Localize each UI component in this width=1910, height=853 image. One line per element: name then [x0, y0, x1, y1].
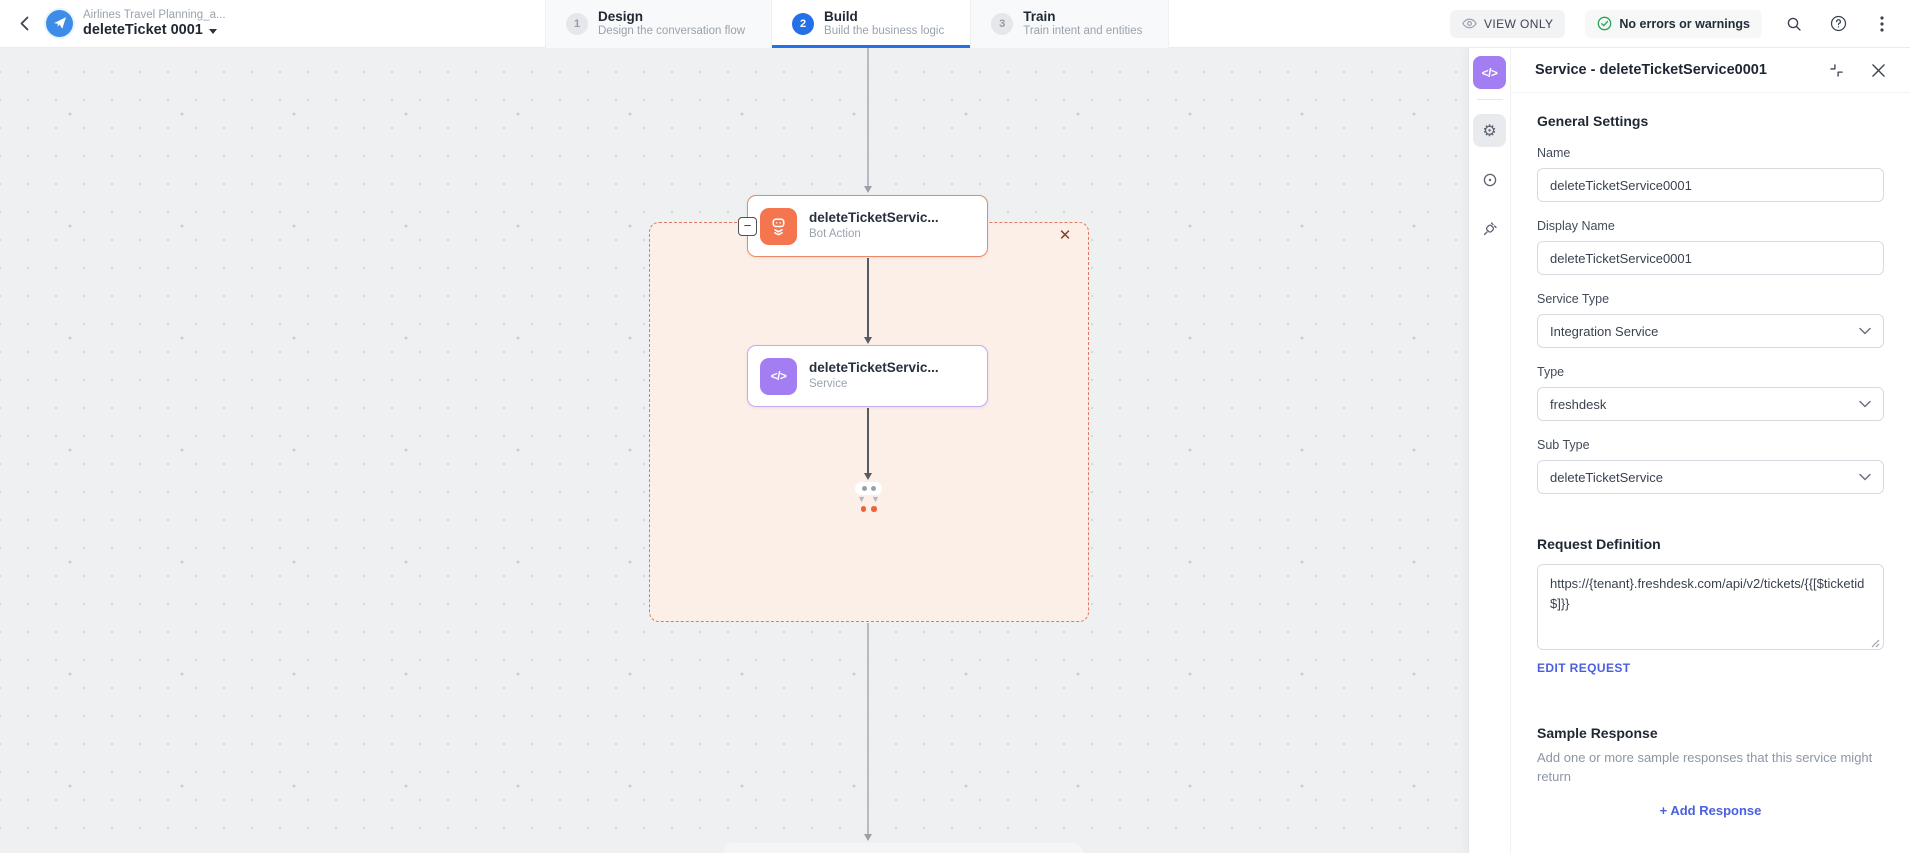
- workflow-tabs: 1 Design Design the conversation flow 2 …: [545, 0, 1169, 48]
- flow-connector-line: [867, 623, 869, 835]
- service-properties-panel: </> ⚙ Service - deleteTicketService0001: [1468, 48, 1910, 853]
- service-code-icon: </>: [760, 358, 797, 395]
- general-settings-heading: General Settings: [1537, 113, 1884, 129]
- kebab-menu-icon: [1880, 16, 1884, 32]
- sub-type-label: Sub Type: [1537, 438, 1884, 452]
- search-button[interactable]: [1782, 12, 1806, 36]
- settings-tab-button[interactable]: ⚙: [1473, 114, 1506, 147]
- flow-arrowhead: [864, 834, 872, 841]
- eye-icon: [1462, 18, 1477, 29]
- plug-icon: [1482, 221, 1498, 237]
- chevron-down-icon: [1859, 473, 1871, 481]
- connections-tab-button[interactable]: [1473, 212, 1506, 245]
- help-icon: [1830, 15, 1847, 32]
- type-value: freshdesk: [1550, 397, 1606, 412]
- flow-connector-line: [867, 258, 869, 338]
- tab-title: Build: [824, 9, 944, 25]
- search-icon: [1786, 16, 1802, 32]
- next-node-partial[interactable]: [723, 843, 1083, 853]
- flow-arrowhead: [864, 186, 872, 193]
- rail-divider: [1477, 99, 1503, 100]
- flow-connector-line: [867, 408, 869, 474]
- tab-subtitle: Train intent and entities: [1023, 25, 1142, 39]
- status-label: No errors or warnings: [1619, 17, 1750, 31]
- request-definition-textarea[interactable]: https://{tenant}.freshdesk.com/api/v2/ti…: [1537, 564, 1884, 650]
- tab-title: Design: [598, 9, 745, 25]
- name-label: Name: [1537, 146, 1884, 160]
- node-subtitle: Bot Action: [809, 227, 939, 241]
- connection-arrows-icon: ▼▼: [855, 494, 882, 504]
- chevron-down-icon: [209, 29, 217, 34]
- node-service[interactable]: </> deleteTicketServic... Service: [747, 345, 988, 407]
- tab-subtitle: Design the conversation flow: [598, 25, 745, 39]
- tab-number: 3: [991, 13, 1013, 35]
- close-icon: [1872, 64, 1885, 77]
- request-definition-heading: Request Definition: [1537, 536, 1884, 552]
- app-logo-icon: [46, 10, 73, 37]
- service-panel-icon: </>: [1473, 56, 1506, 89]
- flow-arrowhead: [864, 337, 872, 344]
- tab-train[interactable]: 3 Train Train intent and entities: [970, 0, 1169, 48]
- add-response-link[interactable]: + Add Response: [1537, 803, 1884, 818]
- collapse-panel-button[interactable]: [1824, 58, 1848, 82]
- resize-handle[interactable]: [1870, 638, 1880, 648]
- type-select[interactable]: freshdesk: [1537, 387, 1884, 421]
- bot-action-icon: [760, 208, 797, 245]
- view-only-label: VIEW ONLY: [1484, 17, 1553, 31]
- close-panel-button[interactable]: [1866, 58, 1890, 82]
- panel-icon-rail: </> ⚙: [1469, 48, 1511, 853]
- chevron-down-icon: [1859, 400, 1871, 408]
- top-bar: Airlines Travel Planning_a... deleteTick…: [0, 0, 1910, 48]
- view-only-badge: VIEW ONLY: [1450, 10, 1565, 38]
- service-type-label: Service Type: [1537, 292, 1884, 306]
- tab-number: 2: [792, 13, 814, 35]
- display-name-label: Display Name: [1537, 219, 1884, 233]
- back-button[interactable]: [10, 9, 38, 37]
- node-subtitle: Service: [809, 377, 939, 391]
- instances-tab-button[interactable]: [1473, 163, 1506, 196]
- sub-type-value: deleteTicketService: [1550, 470, 1663, 485]
- gear-icon: ⚙: [1482, 121, 1496, 141]
- collapse-node-button[interactable]: −: [738, 217, 757, 236]
- more-menu-button[interactable]: [1870, 12, 1894, 36]
- task-name: deleteTicket 0001: [83, 22, 203, 39]
- tab-number: 1: [566, 13, 588, 35]
- app-root: ✕ deleteTicketServic... Bot Action: [0, 0, 1910, 853]
- sample-response-description: Add one or more sample responses that th…: [1537, 749, 1877, 787]
- task-switcher[interactable]: deleteTicket 0001: [83, 22, 226, 39]
- tab-title: Train: [1023, 9, 1142, 25]
- display-name-field[interactable]: [1537, 241, 1884, 275]
- collapse-icon: [1829, 63, 1844, 78]
- node-title: deleteTicketServic...: [809, 360, 939, 377]
- name-field[interactable]: [1537, 168, 1884, 202]
- app-name: Airlines Travel Planning_a...: [83, 9, 226, 22]
- chevron-down-icon: [1859, 327, 1871, 335]
- node-title: deleteTicketServic...: [809, 210, 939, 227]
- tab-subtitle: Build the business logic: [824, 25, 944, 39]
- flow-connector-line: [867, 48, 869, 186]
- service-type-select[interactable]: Integration Service: [1537, 314, 1884, 348]
- connection-dots: [855, 506, 882, 512]
- tab-design[interactable]: 1 Design Design the conversation flow: [545, 0, 771, 48]
- help-button[interactable]: [1826, 12, 1850, 36]
- edit-request-link[interactable]: EDIT REQUEST: [1537, 661, 1630, 675]
- check-circle-icon: [1597, 16, 1612, 31]
- node-bot-action[interactable]: deleteTicketServic... Bot Action: [747, 195, 988, 257]
- circle-dot-icon: [1482, 172, 1498, 188]
- status-badge: No errors or warnings: [1585, 10, 1762, 38]
- panel-title: Service - deleteTicketService0001: [1535, 62, 1824, 78]
- service-type-value: Integration Service: [1550, 324, 1658, 339]
- type-label: Type: [1537, 365, 1884, 379]
- tab-build[interactable]: 2 Build Build the business logic: [771, 0, 970, 48]
- selection-close-icon[interactable]: ✕: [1055, 226, 1075, 246]
- selection-region[interactable]: [649, 222, 1089, 622]
- sample-response-heading: Sample Response: [1537, 725, 1884, 741]
- panel-content: Service - deleteTicketService0001 Genera…: [1511, 48, 1910, 853]
- flow-arrowhead: [864, 473, 872, 480]
- sub-type-select[interactable]: deleteTicketService: [1537, 460, 1884, 494]
